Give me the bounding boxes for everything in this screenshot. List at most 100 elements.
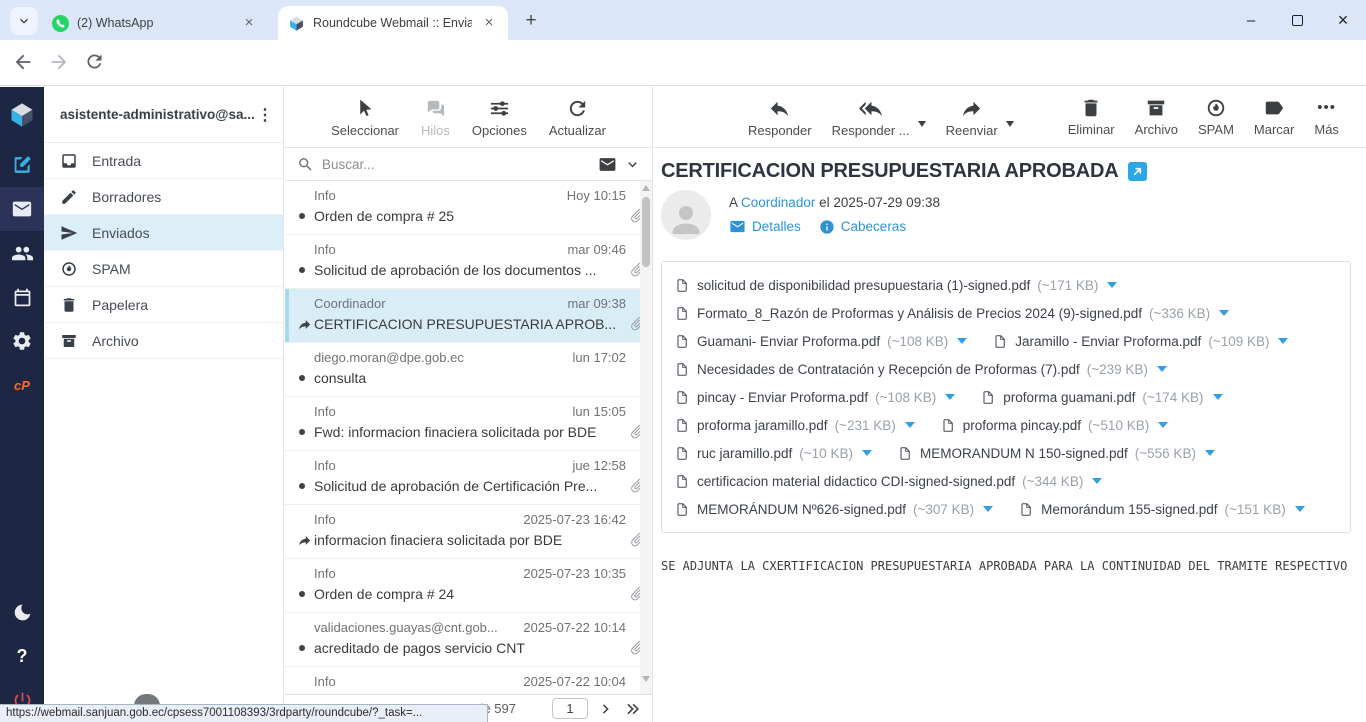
attachment-item[interactable]: proforma guamani.pdf(~174 KB) (981, 389, 1222, 406)
attachment-item[interactable]: Guamani- Enviar Proforma.pdf(~108 KB) (675, 333, 967, 350)
attachment-menu-caret-icon[interactable] (862, 450, 872, 456)
open-in-new-window-icon[interactable] (1128, 162, 1147, 181)
back-button[interactable] (12, 51, 36, 75)
last-page-button[interactable] (624, 700, 642, 718)
forward-button[interactable] (48, 51, 72, 75)
attachment-menu-caret-icon[interactable] (1219, 310, 1229, 316)
reply-all-button[interactable]: Responder ... (832, 97, 910, 138)
new-tab-button[interactable]: + (518, 8, 544, 34)
attachment-menu-caret-icon[interactable] (1295, 506, 1305, 512)
attachment-item[interactable]: ruc jaramillo.pdf(~10 KB) (675, 445, 872, 462)
delete-button[interactable]: Eliminar (1068, 97, 1115, 137)
message-row[interactable]: validaciones.guayas@cnt.gob...2025-07-22… (285, 613, 652, 667)
attachment-menu-caret-icon[interactable] (905, 422, 915, 428)
attachment-menu-caret-icon[interactable] (1278, 338, 1288, 344)
more-button[interactable]: •••Más (1314, 97, 1339, 137)
sidebar-item-archivo[interactable]: Archivo (44, 323, 283, 359)
message-row[interactable]: Infolun 15:05 Fwd: informacion finaciera… (285, 397, 652, 451)
message-row[interactable]: diego.moran@dpe.gob.eclun 17:02 consulta (285, 343, 652, 397)
attachment-menu-caret-icon[interactable] (945, 394, 955, 400)
message-row[interactable]: Info2025-07-22 10:04 (285, 667, 652, 694)
forward-button[interactable]: Reenviar (946, 97, 998, 138)
compose-button[interactable] (0, 143, 44, 187)
attachment-item[interactable]: certificacion material didactico CDI-sig… (675, 473, 1102, 490)
attachment-item[interactable]: proforma pincay.pdf(~510 KB) (941, 417, 1168, 434)
message-sender: Info (314, 674, 515, 689)
attachment-item[interactable]: proforma jaramillo.pdf(~231 KB) (675, 417, 915, 434)
attachment-item[interactable]: MEMORANDUM N 150-signed.pdf(~556 KB) (898, 445, 1215, 462)
scrollbar-thumb[interactable] (642, 197, 650, 267)
message-row[interactable]: Info2025-07-23 10:35 Orden de compra # 2… (285, 559, 652, 613)
calendar-nav-button[interactable] (0, 275, 44, 319)
settings-nav-button[interactable] (0, 319, 44, 363)
sidebar-item-entrada[interactable]: Entrada (44, 143, 283, 179)
reply-button[interactable]: Responder (748, 97, 812, 138)
select-button[interactable]: Seleccionar (331, 97, 399, 138)
message-row[interactable]: Info2025-07-23 16:42 informacion finacie… (285, 505, 652, 559)
help-button[interactable]: ? (0, 634, 44, 678)
attachment-size: (~510 KB) (1088, 418, 1149, 433)
options-button[interactable]: Opciones (472, 97, 527, 138)
window-close-button[interactable]: × (1320, 0, 1366, 40)
refresh-button[interactable]: Actualizar (549, 97, 606, 138)
attachment-menu-caret-icon[interactable] (1092, 478, 1102, 484)
tab-close-icon[interactable]: × (480, 14, 498, 32)
attachment-item[interactable]: solicitud de disponibilidad presupuestar… (675, 277, 1117, 294)
pdf-file-icon (898, 445, 913, 462)
dark-mode-button[interactable] (0, 590, 44, 634)
folder-label: SPAM (92, 261, 131, 277)
archive-button[interactable]: Archivo (1135, 97, 1178, 137)
attachment-menu-caret-icon[interactable] (1158, 422, 1168, 428)
forward-dropdown-icon[interactable] (1006, 121, 1014, 127)
next-page-button[interactable] (598, 701, 614, 717)
tab-close-icon[interactable]: × (240, 14, 258, 32)
message-row[interactable]: InfoHoy 10:15 Orden de compra # 25 (285, 181, 652, 235)
attachment-menu-caret-icon[interactable] (1107, 282, 1117, 288)
window-maximize-button[interactable] (1274, 0, 1320, 40)
search-options-chevron-icon[interactable] (625, 157, 640, 172)
recipient-link[interactable]: Coordinador (741, 195, 815, 210)
reply-all-dropdown-icon[interactable] (918, 121, 926, 127)
threads-button[interactable]: Hilos (421, 97, 450, 138)
scroll-down-arrow[interactable] (642, 676, 650, 682)
list-scrollbar[interactable] (640, 181, 652, 694)
message-row-selected[interactable]: Coordinadormar 09:38 CERTIFICACION PRESU… (285, 289, 652, 343)
mark-button[interactable]: Marcar (1254, 97, 1294, 137)
sidebar-item-enviados[interactable]: Enviados (44, 215, 283, 251)
attachment-menu-caret-icon[interactable] (983, 506, 993, 512)
attachment-menu-caret-icon[interactable] (1205, 450, 1215, 456)
cpanel-button[interactable]: cP (0, 363, 44, 407)
scroll-up-arrow[interactable] (642, 185, 650, 191)
attachment-menu-caret-icon[interactable] (1213, 394, 1223, 400)
attachment-item[interactable]: Jaramillo - Enviar Proforma.pdf(~109 KB) (993, 333, 1288, 350)
attachment-item[interactable]: Necesidades de Contratación y Recepción … (675, 361, 1167, 378)
attachment-item[interactable]: Memorándum 155-signed.pdf(~151 KB) (1019, 501, 1305, 518)
whatsapp-icon (52, 15, 69, 32)
spam-button[interactable]: SPAM (1198, 97, 1234, 137)
attachment-item[interactable]: Formato_8_Razón de Proformas y Análisis … (675, 305, 1229, 322)
contacts-nav-button[interactable] (0, 231, 44, 275)
page-number-input[interactable] (552, 698, 588, 719)
spam-label: SPAM (1198, 122, 1234, 137)
attachment-item[interactable]: pincay - Enviar Proforma.pdf(~108 KB) (675, 389, 955, 406)
attachment-menu-caret-icon[interactable] (957, 338, 967, 344)
folder-options-icon[interactable]: ⋮ (257, 105, 273, 125)
sidebar-item-spam[interactable]: SPAM (44, 251, 283, 287)
tab-whatsapp[interactable]: (2) WhatsApp × (42, 6, 268, 40)
headers-toggle[interactable]: Cabeceras (819, 219, 906, 235)
reload-button[interactable] (84, 51, 108, 75)
message-row[interactable]: Infomar 09:46 Solicitud de aprobación de… (285, 235, 652, 289)
attachment-menu-caret-icon[interactable] (1157, 366, 1167, 372)
search-input[interactable] (322, 157, 590, 172)
sidebar-item-borradores[interactable]: Borradores (44, 179, 283, 215)
details-toggle[interactable]: Detalles (729, 218, 801, 235)
attachment-item[interactable]: MEMORÁNDUM Nº626-signed.pdf(~307 KB) (675, 501, 993, 518)
tab-search-button[interactable] (10, 7, 38, 35)
sidebar-item-papelera[interactable]: Papelera (44, 287, 283, 323)
window-minimize-button[interactable]: – (1228, 0, 1274, 40)
search-scope-mail-icon[interactable] (598, 155, 617, 174)
mail-nav-button[interactable] (0, 187, 44, 231)
attachment-size: (~307 KB) (913, 502, 974, 517)
tab-roundcube[interactable]: Roundcube Webmail :: Enviados × (278, 6, 508, 40)
message-row[interactable]: Infojue 12:58 Solicitud de aprobación de… (285, 451, 652, 505)
